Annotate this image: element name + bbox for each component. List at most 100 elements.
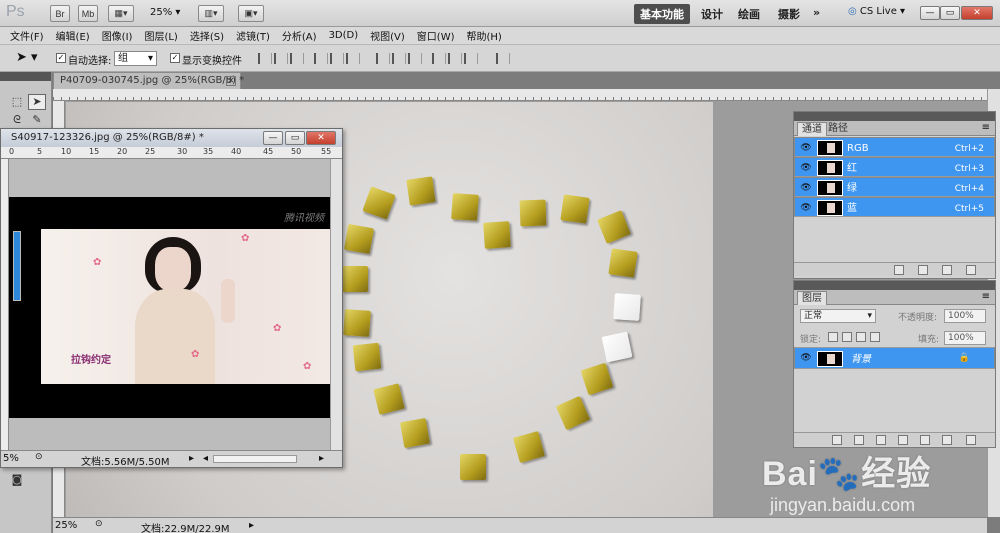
opacity-field[interactable]: 100% (944, 309, 986, 323)
align-top-icon[interactable] (258, 53, 272, 64)
align-bottom-icon[interactable] (290, 53, 304, 64)
screen-mode-button[interactable]: ▣▾ (238, 5, 264, 22)
align-right-icon[interactable] (346, 53, 360, 64)
layer-row-background[interactable]: 👁 背景 🔒 (794, 347, 995, 369)
visibility-eye-icon[interactable]: 👁 (799, 201, 813, 215)
tab-paths[interactable]: 路径 (824, 122, 852, 136)
show-transform-controls-checkbox[interactable]: ✓ (170, 53, 180, 63)
auto-select-checkbox[interactable]: ✓ (56, 53, 66, 63)
workspace-painting[interactable]: 绘画 (738, 6, 760, 22)
close-button[interactable]: ✕ (961, 6, 993, 20)
menu-view[interactable]: 视图(V) (370, 28, 405, 43)
menu-select[interactable]: 选择(S) (190, 28, 224, 43)
link-layers-icon[interactable] (832, 435, 842, 445)
panel-menu-icon[interactable]: ≡ (982, 291, 990, 302)
new-layer-icon[interactable] (942, 435, 952, 445)
workspace-photography[interactable]: 摄影 (778, 6, 800, 22)
menu-filter[interactable]: 滤镜(T) (236, 28, 270, 43)
horizontal-ruler[interactable] (53, 89, 987, 101)
floating-close-button[interactable]: ✕ (306, 131, 336, 145)
distribute-right-icon[interactable] (464, 53, 478, 64)
main-zoom-field[interactable]: 25% (55, 520, 77, 531)
floating-minimize-button[interactable]: — (263, 131, 283, 145)
status-menu-arrow[interactable]: ▸ (249, 520, 254, 531)
lock-position-icon[interactable] (856, 332, 866, 342)
menu-help[interactable]: 帮助(H) (467, 28, 502, 43)
floating-vertical-ruler[interactable] (1, 159, 9, 451)
lock-transparent-icon[interactable] (828, 332, 838, 342)
zoom-level-dropdown[interactable]: 25% ▾ (150, 7, 180, 18)
panel-menu-icon[interactable]: ≡ (982, 122, 990, 133)
load-selection-icon[interactable] (894, 265, 904, 275)
menu-analysis[interactable]: 分析(A) (282, 28, 317, 43)
floating-horizontal-ruler[interactable]: 0 5 10 15 20 25 30 35 40 45 50 55 (1, 147, 342, 159)
new-channel-icon[interactable] (942, 265, 952, 275)
horizontal-scrollbar[interactable] (213, 455, 297, 463)
workspace-design[interactable]: 设计 (701, 6, 723, 22)
distribute-vertical-center-icon[interactable] (392, 53, 406, 64)
visibility-eye-icon[interactable]: 👁 (799, 141, 813, 155)
menu-layer[interactable]: 图层(L) (144, 28, 177, 43)
scroll-right-arrow[interactable]: ▸ (319, 453, 324, 464)
floating-canvas[interactable]: 腾讯视频 拉钩约定 ✿ ✿ ✿ ✿ ✿ (9, 159, 330, 451)
status-menu-arrow[interactable]: ▸ (189, 453, 194, 464)
lock-all-icon[interactable] (870, 332, 880, 342)
layer-style-icon[interactable] (854, 435, 864, 445)
arrange-documents-button[interactable]: ▥▾ (198, 5, 224, 22)
tab-layers[interactable]: 图层 (797, 291, 827, 305)
fill-field[interactable]: 100% (944, 331, 986, 345)
save-selection-icon[interactable] (918, 265, 928, 275)
minimize-button[interactable]: — (920, 6, 940, 20)
distribute-left-icon[interactable] (432, 53, 446, 64)
panel-header[interactable] (794, 112, 995, 121)
align-horizontal-center-icon[interactable] (330, 53, 344, 64)
quick-mask-icon[interactable]: ◙ (8, 472, 26, 488)
visibility-eye-icon[interactable]: 👁 (799, 161, 813, 175)
more-workspaces-button[interactable]: » (813, 6, 820, 19)
status-icon[interactable]: ⊙ (35, 452, 43, 462)
auto-select-target-dropdown[interactable]: 组 ▾ (114, 51, 157, 66)
menu-3d[interactable]: 3D(D) (329, 30, 359, 41)
menu-edit[interactable]: 编辑(E) (56, 28, 90, 43)
align-vertical-center-icon[interactable] (274, 53, 288, 64)
document-tab[interactable]: P40709-030745.jpg @ 25%(RGB/8) * ✕ (53, 72, 244, 89)
mini-bridge-button[interactable]: Mb (78, 5, 98, 22)
close-tab-icon[interactable]: ✕ (226, 76, 236, 86)
menu-window[interactable]: 窗口(W) (417, 28, 455, 43)
channel-row-red[interactable]: 👁 红 Ctrl+3 (794, 157, 995, 177)
status-icon[interactable]: ⊙ (95, 519, 103, 529)
marquee-tool-icon[interactable]: ⬚ (8, 94, 26, 110)
add-mask-icon[interactable] (876, 435, 886, 445)
tab-channels[interactable]: 通道 (797, 122, 827, 136)
blend-mode-dropdown[interactable]: 正常 ▾ (800, 309, 876, 323)
scroll-left-arrow[interactable]: ◂ (203, 453, 208, 464)
distribute-horizontal-center-icon[interactable] (448, 53, 462, 64)
panel-header[interactable] (794, 281, 995, 290)
cs-live-menu[interactable]: ◎ CS Live ▾ (848, 6, 905, 17)
channel-row-green[interactable]: 👁 绿 Ctrl+4 (794, 177, 995, 197)
align-left-icon[interactable] (314, 53, 328, 64)
menu-image[interactable]: 图像(I) (102, 28, 133, 43)
channel-row-blue[interactable]: 👁 蓝 Ctrl+5 (794, 197, 995, 217)
tools-panel-header[interactable] (0, 72, 51, 81)
new-group-icon[interactable] (920, 435, 930, 445)
delete-channel-icon[interactable] (966, 265, 976, 275)
visibility-eye-icon[interactable]: 👁 (799, 181, 813, 195)
adjustment-layer-icon[interactable] (898, 435, 908, 445)
delete-layer-icon[interactable] (966, 435, 976, 445)
distribute-top-icon[interactable] (376, 53, 390, 64)
floating-zoom-field[interactable]: 5% (3, 453, 19, 464)
auto-align-layers-icon[interactable] (496, 53, 510, 64)
move-tool-icon[interactable]: ➤ (28, 94, 46, 110)
view-extras-button[interactable]: ▦▾ (108, 5, 134, 22)
bridge-button[interactable]: Br (50, 5, 70, 22)
visibility-eye-icon[interactable]: 👁 (799, 351, 813, 365)
channel-row-rgb[interactable]: 👁 RGB Ctrl+2 (794, 137, 995, 157)
move-tool-preset-picker[interactable]: ➤ ▾ (16, 50, 38, 65)
lock-image-icon[interactable] (842, 332, 852, 342)
floating-vertical-scrollbar[interactable] (330, 159, 342, 451)
floating-document-window[interactable]: S40917-123326.jpg @ 25%(RGB/8#) * — ▭ ✕ … (0, 128, 343, 468)
floating-title-bar[interactable]: S40917-123326.jpg @ 25%(RGB/8#) * — ▭ ✕ (1, 129, 342, 147)
maximize-button[interactable]: ▭ (940, 6, 960, 20)
workspace-essentials[interactable]: 基本功能 (634, 4, 690, 24)
